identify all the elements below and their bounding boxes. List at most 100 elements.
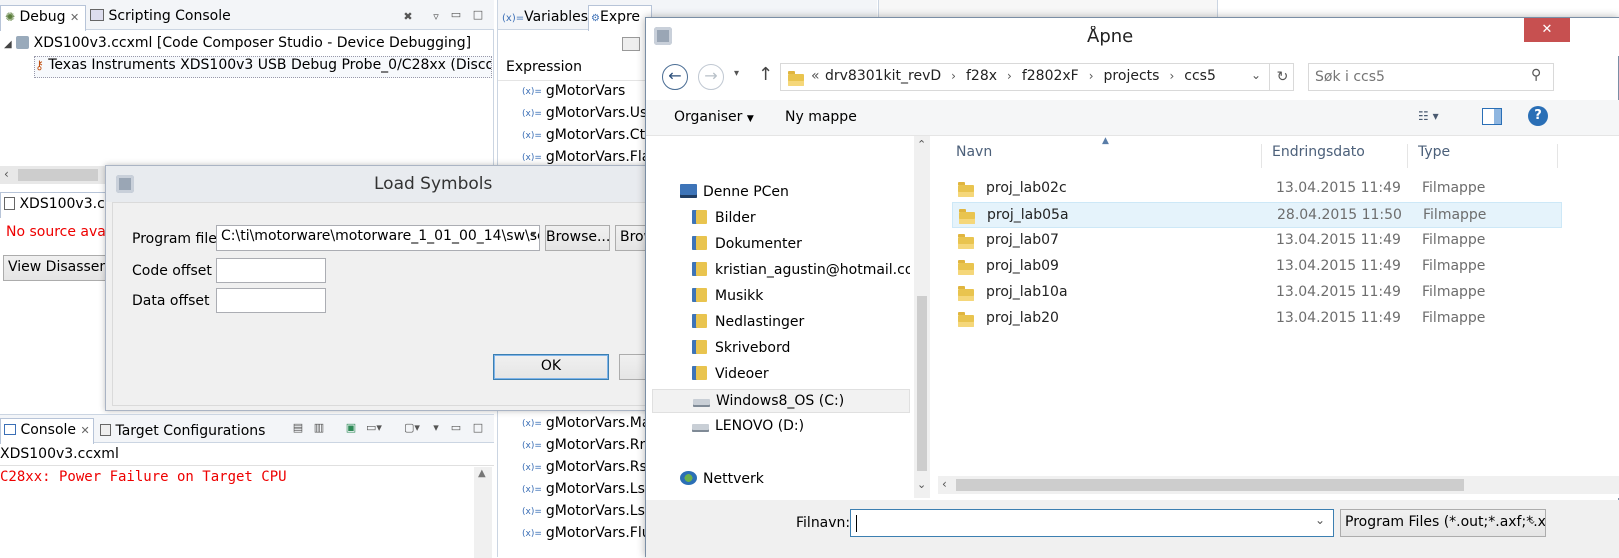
- view-menu-icon[interactable]: ▾: [428, 421, 444, 435]
- scroll-up-icon[interactable]: ⌃: [917, 138, 926, 151]
- file-hscrollbar[interactable]: ‹: [938, 476, 1619, 494]
- display-console-icon[interactable]: ▭▾: [366, 421, 382, 435]
- nav-item[interactable]: LENOVO (D:): [652, 415, 910, 439]
- expression-row[interactable]: (x)= gMotorVars.Use: [498, 103, 658, 125]
- address-dropdown-icon[interactable]: ⌄: [1251, 68, 1261, 82]
- view-options-icon[interactable]: ☷ ▾: [1418, 109, 1439, 123]
- debug-tree-child[interactable]: ⚷ Texas Instruments XDS100v3 USB Debug P…: [34, 56, 492, 78]
- pin-console-icon[interactable]: ▣: [343, 421, 359, 435]
- collapse-all-icon[interactable]: [622, 37, 640, 51]
- breadcrumb-item[interactable]: projects: [1104, 68, 1160, 84]
- expression-row[interactable]: (x)= gMotorVars.Ctrl: [498, 125, 658, 147]
- scroll-thumb[interactable]: [18, 169, 98, 181]
- ok-button[interactable]: OK: [493, 354, 609, 380]
- nav-item[interactable]: Nedlastinger: [652, 311, 910, 335]
- up-button[interactable]: ↑: [758, 64, 773, 85]
- tab-source[interactable]: XDS100v3.ccx: [0, 192, 110, 218]
- tab-target-configurations[interactable]: Target Configurations: [100, 423, 280, 439]
- minimize-icon[interactable]: ▭: [448, 8, 464, 22]
- chevron-down-icon[interactable]: ⌄: [1315, 513, 1325, 527]
- scroll-left-icon[interactable]: ‹: [4, 167, 9, 181]
- minimize-icon[interactable]: ▭: [448, 421, 464, 435]
- nav-item[interactable]: Musikk: [652, 285, 910, 309]
- breadcrumb-item[interactable]: ccs5: [1184, 68, 1216, 84]
- expression-row[interactable]: (x)= gMotorVars.Rs_: [498, 457, 658, 479]
- breadcrumb-item[interactable]: f2802xF: [1022, 68, 1079, 84]
- search-box[interactable]: ⚲: [1308, 63, 1554, 91]
- expand-arrow-icon[interactable]: ◢: [4, 39, 12, 50]
- filename-combo[interactable]: ⌄: [850, 509, 1334, 537]
- breadcrumb-separator-icon[interactable]: ›: [1169, 69, 1174, 83]
- search-input[interactable]: [1315, 67, 1525, 87]
- program-file-combo[interactable]: C:\ti\motorware\motorware_1_01_00_14\sw\…: [216, 225, 540, 251]
- column-header-date[interactable]: Endringsdato: [1272, 144, 1408, 168]
- recent-locations-icon[interactable]: ▾: [734, 68, 739, 79]
- breadcrumb-separator-icon[interactable]: ›: [951, 69, 956, 83]
- file-type-filter[interactable]: Program Files (*.out;*.axf;*.x ⌄: [1340, 509, 1546, 537]
- tab-debug[interactable]: ✺ Debug ✕: [0, 5, 86, 31]
- data-offset-input[interactable]: [216, 288, 326, 313]
- scroll-up-icon[interactable]: ▲: [478, 468, 486, 479]
- breadcrumb-item[interactable]: drv8301kit_revD: [825, 68, 941, 84]
- organize-button[interactable]: Organiser ▼: [674, 109, 754, 125]
- expression-column-header[interactable]: Expression: [506, 59, 656, 79]
- forward-button[interactable]: →: [698, 64, 724, 90]
- nav-item[interactable]: Nettverk: [652, 468, 910, 492]
- maximize-icon[interactable]: □: [470, 8, 486, 22]
- code-offset-input[interactable]: [216, 258, 326, 283]
- tab-console[interactable]: Console ✕: [0, 418, 94, 444]
- breadcrumb-separator-icon[interactable]: ›: [1007, 69, 1012, 83]
- scroll-thumb[interactable]: [956, 479, 1464, 491]
- file-row[interactable]: proj_lab20 13.04.2015 11:49 Filmappe: [952, 306, 1562, 332]
- expression-row[interactable]: (x)= gMotorVars.Lsq_: [498, 501, 658, 523]
- scroll-left-icon[interactable]: ‹: [942, 477, 947, 491]
- refresh-button[interactable]: ↻: [1269, 64, 1295, 90]
- close-tab-icon[interactable]: ✕: [70, 11, 79, 24]
- breadcrumb-separator-icon[interactable]: ›: [1089, 69, 1094, 83]
- nav-item[interactable]: Dokumenter: [652, 233, 910, 257]
- expression-row[interactable]: (x)= gMotorVars.Rr_: [498, 435, 658, 457]
- remove-terminated-icon[interactable]: ✖: [400, 10, 416, 24]
- nav-vscrollbar[interactable]: ⌃ ⌄: [914, 136, 930, 498]
- nav-item[interactable]: Skrivebord: [652, 337, 910, 361]
- breadcrumb-item[interactable]: f28x: [966, 68, 997, 84]
- nav-item[interactable]: Windows8_OS (C:): [652, 389, 910, 413]
- browse-button[interactable]: Browse...: [545, 225, 610, 251]
- file-row[interactable]: proj_lab09 13.04.2015 11:49 Filmappe: [952, 254, 1562, 280]
- chevron-down-icon[interactable]: ▾: [531, 229, 536, 240]
- nav-item[interactable]: Bilder: [652, 207, 910, 231]
- new-folder-button[interactable]: Ny mappe: [785, 109, 857, 125]
- help-icon[interactable]: ?: [1528, 106, 1548, 126]
- file-row[interactable]: proj_lab02c 13.04.2015 11:49 Filmappe: [952, 176, 1562, 202]
- view-menu-icon[interactable]: ▿: [428, 10, 444, 24]
- open-console-icon[interactable]: ▢▾: [404, 421, 420, 435]
- expression-row[interactable]: (x)= gMotorVars.Mag: [498, 413, 658, 435]
- clear-console-icon[interactable]: ▤: [290, 421, 306, 435]
- scroll-thumb[interactable]: [917, 296, 927, 471]
- console-vscrollbar[interactable]: ▲: [474, 467, 492, 558]
- back-button[interactable]: ←: [662, 64, 688, 90]
- scroll-down-icon[interactable]: ⌄: [917, 478, 926, 491]
- nav-item[interactable]: kristian_agustin@hotmail.com (I: [652, 259, 910, 283]
- tab-variables[interactable]: (x)=Variables: [502, 9, 588, 25]
- file-row[interactable]: proj_lab07 13.04.2015 11:49 Filmappe: [952, 228, 1562, 254]
- nav-item[interactable]: Videoer: [652, 363, 910, 387]
- file-row[interactable]: proj_lab10a 13.04.2015 11:49 Filmappe: [952, 280, 1562, 306]
- nav-item[interactable]: Denne PCen: [652, 181, 910, 205]
- maximize-icon[interactable]: □: [470, 421, 486, 435]
- open-dialog-titlebar[interactable]: Åpne ✕: [646, 18, 1619, 56]
- close-tab-icon[interactable]: ✕: [80, 424, 89, 437]
- tab-scripting-console[interactable]: Scripting Console: [90, 8, 280, 28]
- expression-row[interactable]: (x)= gMotorVars.Flux: [498, 523, 658, 545]
- address-bar[interactable]: « drv8301kit_revD › f28x › f2802xF › projects ›…: [780, 63, 1294, 91]
- preview-pane-icon[interactable]: [1482, 108, 1502, 125]
- column-header-name[interactable]: Navn: [956, 144, 1262, 168]
- scroll-lock-icon[interactable]: ▥: [311, 421, 327, 435]
- expression-row[interactable]: (x)= gMotorVars: [498, 81, 658, 103]
- expression-row[interactable]: (x)= gMotorVars.Lsd_: [498, 479, 658, 501]
- column-header-type[interactable]: Type: [1418, 144, 1558, 168]
- debug-tree-root[interactable]: ◢ XDS100v3.ccxml [Code Composer Studio -…: [4, 35, 492, 55]
- close-button[interactable]: ✕: [1524, 18, 1570, 42]
- file-row[interactable]: proj_lab05a 28.04.2015 11:50 Filmappe: [952, 202, 1562, 228]
- view-disassembly-button[interactable]: View Disassem: [3, 255, 107, 281]
